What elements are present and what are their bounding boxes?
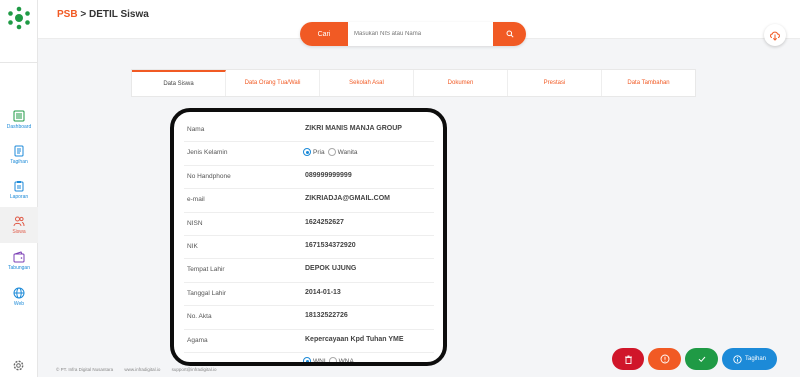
sidebar-item-label: Web (13, 301, 25, 307)
field-value: 089999999999 (305, 171, 352, 179)
globe-icon (13, 287, 25, 299)
field-value: 18132522726 (305, 312, 348, 320)
bill-button[interactable]: Tagihan (722, 348, 777, 370)
tab-sekolah-asal[interactable]: Sekolah Asal (320, 70, 414, 96)
search-icon (506, 30, 514, 38)
field-value: ZIKRI MANIS MANJA GROUP (305, 125, 402, 132)
footer-email[interactable]: support@infradigital.io (172, 367, 217, 372)
search-bar: Cari (300, 22, 526, 46)
field-value: 2014-01-13 (305, 288, 341, 296)
sidebar-item-tagihan[interactable]: Tagihan (0, 137, 38, 173)
field-value: ZIKRIADJA@GMAIL.COM (305, 195, 390, 203)
sidebar-item-label: Tabungan (8, 265, 30, 271)
check-icon (698, 356, 705, 363)
radio-wna[interactable] (328, 357, 337, 362)
detail-row-no-akta: No. Akta 18132522726 (184, 306, 434, 330)
tab-dokumen[interactable]: Dokumen (414, 70, 508, 96)
bill-button-label: Tagihan (744, 356, 767, 362)
info-circle-icon (733, 354, 742, 364)
sidebar-item-laporan[interactable]: Laporan (0, 172, 38, 208)
delete-button[interactable] (612, 348, 644, 370)
sidebar-item-label: Tagihan (10, 159, 28, 165)
student-detail-card: Nama ZIKRI MANIS MANJA GROUP Jenis Kelam… (170, 108, 447, 366)
field-label: Nama (187, 126, 205, 133)
field-label: No Handphone (187, 172, 231, 180)
trash-icon (624, 355, 632, 364)
field-value: 1671534372920 (305, 242, 356, 249)
sidebar-item-label: Dashboard (6, 124, 32, 130)
radio-wanita[interactable] (327, 148, 336, 157)
detail-row-nama: Nama ZIKRI MANIS MANJA GROUP (184, 119, 434, 143)
sidebar: Dashboard Tagihan Laporan Siswa Tabungan… (0, 0, 38, 377)
download-button[interactable] (764, 24, 786, 46)
gender-radio-group: Pria Wanita (300, 148, 358, 157)
footer-copyright: © PT. Infra Digital Nusantara (56, 367, 114, 372)
field-label: Tanggal Lahir (187, 289, 227, 297)
citizenship-radio-group: WNI WNA (300, 357, 354, 362)
search-input[interactable] (348, 22, 493, 46)
sidebar-item-label: Siswa (12, 229, 26, 235)
tab-data-siswa[interactable]: Data Siswa (132, 70, 226, 96)
sidebar-item-web[interactable]: Web (0, 279, 38, 315)
breadcrumb-root[interactable]: PSB (57, 9, 78, 20)
field-label: Agama (187, 336, 208, 344)
field-label: Tempat Lahir (187, 266, 225, 274)
tab-data-tambahan[interactable]: Data Tambahan (602, 70, 695, 96)
sidebar-item-label: Laporan (9, 194, 29, 200)
wallet-icon (13, 251, 25, 263)
exclamation-circle-icon (660, 354, 669, 364)
field-label: NIK (187, 243, 198, 250)
breadcrumb: PSB > DETIL Siswa (57, 9, 149, 20)
field-label: Jenis Kelamin (187, 149, 228, 157)
footer-website[interactable]: www.infradigital.io (124, 367, 160, 372)
detail-row-email: e-mail ZIKRIADJA@GMAIL.COM (184, 189, 434, 213)
field-value: 1624252627 (305, 218, 344, 226)
approve-button[interactable] (685, 348, 718, 370)
gear-icon[interactable] (12, 359, 25, 372)
field-label: No. Akta (187, 313, 212, 321)
clipboard-icon (14, 181, 24, 192)
detail-row-jenis-kelamin: Jenis Kelamin Pria Wanita (184, 142, 434, 166)
radio-wni[interactable] (303, 357, 311, 362)
tab-bar: Data Siswa Data Orang Tua/Wali Sekolah A… (131, 69, 696, 97)
tab-prestasi[interactable]: Prestasi (508, 70, 602, 96)
field-value: DEPOK UJUNG (305, 265, 357, 273)
detail-row-kewarganegaraan: WNI WNA (184, 353, 434, 362)
tab-data-orang-tua[interactable]: Data Orang Tua/Wali (226, 70, 320, 96)
detail-row-agama: Agama Kepercayaan Kpd Tuhan YME (184, 330, 434, 353)
sidebar-item-tabungan[interactable]: Tabungan (0, 243, 38, 279)
field-label: e-mail (187, 196, 205, 204)
page-title: DETIL Siswa (88, 9, 149, 20)
detail-row-handphone: No Handphone 089999999999 (184, 166, 434, 190)
detail-row-tanggal-lahir: Tanggal Lahir 2014-01-13 (184, 283, 434, 307)
radio-pria[interactable] (303, 148, 311, 157)
detail-row-nik: NIK 1671534372920 (184, 236, 434, 260)
alert-button[interactable] (648, 348, 681, 370)
users-icon (13, 216, 25, 227)
brand-logo-icon (8, 6, 30, 30)
field-label: NISN (187, 219, 203, 227)
sidebar-item-siswa[interactable]: Siswa (0, 207, 38, 243)
dashboard-icon (13, 110, 25, 122)
search-button[interactable]: Cari (300, 22, 348, 46)
detail-row-nisn: NISN 1624252627 (184, 213, 434, 236)
detail-row-tempat-lahir: Tempat Lahir DEPOK UJUNG (184, 259, 434, 283)
invoice-icon (14, 145, 24, 157)
sidebar-item-dashboard[interactable]: Dashboard (0, 102, 38, 138)
field-value: Kepercayaan Kpd Tuhan YME (305, 335, 404, 343)
cloud-download-icon (770, 31, 780, 41)
footer: © PT. Infra Digital Nusantara www.infrad… (56, 367, 226, 372)
search-submit-button[interactable] (493, 22, 526, 46)
